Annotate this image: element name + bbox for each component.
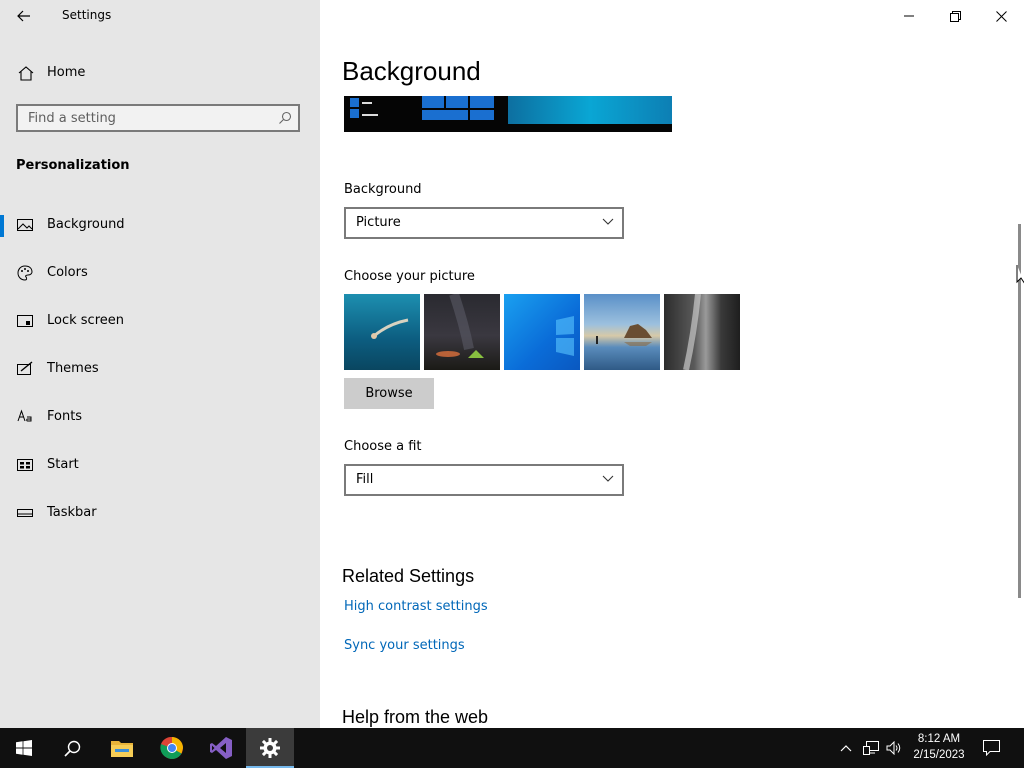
visual-studio-button[interactable] — [197, 728, 245, 768]
network-icon — [863, 741, 879, 755]
clock-time: 8:12 AM — [917, 733, 961, 745]
taskbar: 8:12 AM 2/15/2023 — [0, 728, 1024, 768]
settings-taskbar-button[interactable] — [246, 728, 294, 768]
sidebar-item-lock-screen[interactable]: Lock screen — [0, 301, 320, 341]
file-explorer-icon — [111, 741, 133, 757]
page-title: Background — [342, 56, 481, 86]
active-indicator — [0, 215, 4, 237]
home-label: Home — [47, 65, 86, 80]
app-title: Settings — [62, 8, 112, 22]
help-from-web-title: Help from the web — [342, 707, 489, 727]
desktop-preview — [344, 96, 672, 132]
sidebar-item-start[interactable]: Start — [0, 445, 320, 485]
fit-value: Fill — [356, 472, 374, 487]
mouse-cursor-icon — [1016, 265, 1024, 284]
title-bar: Settings — [0, 0, 320, 32]
background-value: Picture — [356, 215, 401, 230]
taskbar-search-button[interactable] — [48, 728, 96, 768]
choose-fit-label: Choose a fit — [344, 439, 422, 454]
chevron-down-icon — [602, 218, 614, 225]
search-icon — [63, 740, 80, 757]
sidebar-item-background[interactable]: Background — [0, 205, 320, 245]
chevron-up-icon — [840, 745, 852, 752]
chrome-button[interactable] — [148, 728, 196, 768]
volume-button[interactable] — [884, 738, 904, 758]
taskbar-clock[interactable]: 8:12 AM 2/15/2023 — [906, 731, 972, 763]
back-button[interactable] — [6, 2, 42, 30]
related-settings-title: Related Settings — [342, 566, 475, 586]
notifications-icon — [982, 740, 1000, 756]
sidebar-item-label: Start — [47, 457, 79, 472]
sidebar-item-themes[interactable]: Themes — [0, 349, 320, 389]
thumbnail-night-sky[interactable] — [424, 294, 500, 370]
network-button[interactable] — [861, 738, 881, 758]
visual-studio-icon — [210, 737, 232, 759]
picture-thumbnails — [344, 294, 744, 370]
background-dropdown[interactable]: Picture — [344, 207, 624, 239]
sidebar-item-colors[interactable]: Colors — [0, 253, 320, 293]
sidebar-item-taskbar[interactable]: Taskbar — [0, 493, 320, 533]
sidebar-item-label: Fonts — [47, 409, 83, 424]
thumbnail-waterfall[interactable] — [664, 294, 740, 370]
home-icon — [18, 66, 34, 81]
browse-button[interactable]: Browse — [344, 378, 434, 409]
volume-icon — [886, 741, 901, 755]
restore-button[interactable] — [932, 0, 978, 32]
fonts-icon — [17, 409, 32, 422]
thumbnail-underwater[interactable] — [344, 294, 420, 370]
show-hidden-icons-button[interactable] — [836, 738, 856, 758]
sidebar-item-label: Themes — [47, 361, 99, 376]
themes-icon — [17, 361, 33, 375]
clock-date: 2/15/2023 — [913, 749, 965, 761]
sidebar-item-fonts[interactable]: Fonts — [0, 397, 320, 437]
close-button[interactable] — [978, 0, 1024, 32]
settings-sidebar: Settings Home Personalization Background… — [0, 0, 320, 728]
sidebar-item-label: Lock screen — [47, 313, 124, 328]
thumbnail-windows[interactable] — [504, 294, 580, 370]
sidebar-item-label: Background — [47, 217, 125, 232]
minimize-button[interactable] — [886, 0, 932, 32]
start-icon — [16, 740, 32, 756]
thumbnail-beach[interactable] — [584, 294, 660, 370]
home-nav-item[interactable]: Home — [0, 58, 320, 88]
close-icon — [995, 10, 1007, 22]
search-box[interactable] — [16, 104, 300, 132]
action-center-button[interactable] — [981, 738, 1001, 758]
choose-picture-label: Choose your picture — [344, 269, 475, 284]
sync-settings-link[interactable]: Sync your settings — [344, 638, 465, 653]
chevron-down-icon — [602, 475, 614, 482]
picture-icon — [17, 219, 33, 231]
sidebar-item-label: Colors — [47, 265, 88, 280]
restore-icon — [949, 10, 961, 22]
section-title: Personalization — [16, 158, 130, 173]
fit-dropdown[interactable]: Fill — [344, 464, 624, 496]
sidebar-item-label: Taskbar — [47, 505, 97, 520]
preview-wallpaper — [508, 96, 672, 124]
palette-icon — [17, 265, 33, 281]
find-setting-input[interactable] — [18, 106, 278, 130]
lock-screen-icon — [17, 315, 33, 327]
back-arrow-icon — [17, 10, 30, 22]
settings-icon — [260, 738, 280, 758]
main-content: Background Background Picture Choose you… — [320, 0, 1024, 728]
background-label: Background — [344, 182, 422, 197]
search-icon[interactable] — [278, 111, 292, 125]
high-contrast-link[interactable]: High contrast settings — [344, 599, 488, 614]
minimize-icon — [904, 15, 914, 17]
start-icon — [17, 459, 33, 471]
chrome-icon — [160, 736, 183, 759]
file-explorer-button[interactable] — [98, 728, 146, 768]
start-button[interactable] — [0, 728, 48, 768]
taskbar-icon — [17, 509, 33, 517]
